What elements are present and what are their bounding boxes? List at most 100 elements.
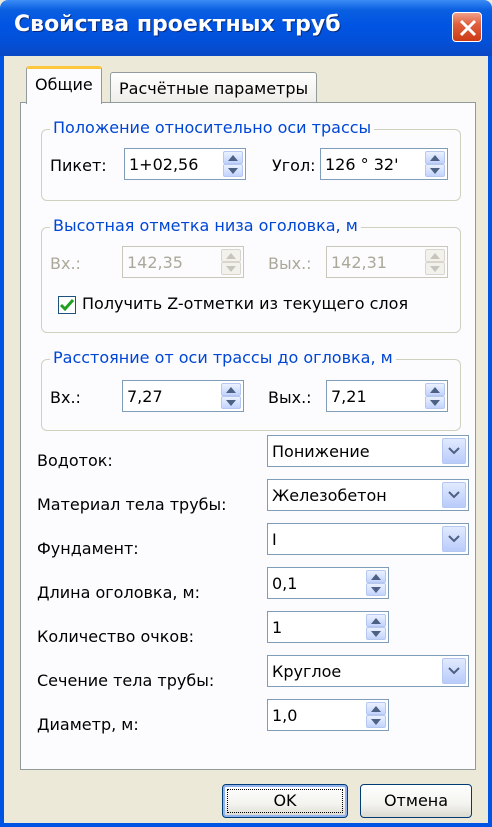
angle-spin-up[interactable]	[425, 151, 445, 164]
diameter-field[interactable]: 1,0	[267, 699, 389, 731]
dialog-window: Свойства проектных труб Общие Расчётные …	[0, 0, 492, 827]
arrow-down-icon	[226, 266, 236, 272]
foundation-dropdown[interactable]: I	[267, 523, 469, 555]
close-button[interactable]	[452, 12, 482, 42]
foundation-value: I	[272, 530, 277, 549]
distance-group-legend: Расстояние от оси трассы до огловка, м	[50, 348, 396, 367]
arrow-down-icon	[371, 631, 381, 637]
arrow-up-icon	[226, 253, 236, 259]
head-length-field[interactable]: 0,1	[267, 567, 389, 599]
close-icon	[459, 19, 477, 37]
position-group: Положение относительно оси трассы Пикет:…	[41, 118, 461, 201]
window-frame-left	[0, 56, 4, 827]
arrow-up-icon	[371, 706, 381, 712]
distance-in-spin-up[interactable]	[221, 383, 241, 396]
position-group-legend: Положение относительно оси трассы	[50, 118, 375, 137]
picket-field[interactable]: 1+02,56	[124, 148, 246, 180]
elevation-out-spinner	[425, 249, 445, 275]
section-dropdown-button[interactable]	[442, 658, 466, 684]
foundation-label: Фундамент:	[37, 539, 139, 558]
elevation-group: Высотная отметка низа оголовка, м Вх.: 1…	[41, 216, 461, 333]
picket-spin-up[interactable]	[223, 151, 243, 164]
openings-label: Количество очков:	[37, 627, 195, 646]
openings-spin-up[interactable]	[366, 614, 386, 627]
angle-spinner[interactable]	[425, 151, 445, 177]
tab-general[interactable]: Общие	[26, 66, 102, 104]
get-z-checkbox[interactable]	[58, 296, 76, 314]
elevation-in-spin-down	[221, 262, 241, 275]
chevron-down-icon	[448, 535, 460, 543]
distance-out-field[interactable]: 7,21	[326, 380, 448, 412]
picket-spinner[interactable]	[223, 151, 243, 177]
arrow-down-icon	[430, 266, 440, 272]
openings-field[interactable]: 1	[267, 611, 389, 643]
tab-general-label: Общие	[35, 75, 93, 94]
chevron-down-icon	[448, 667, 460, 675]
tab-panel-general: Положение относительно оси трассы Пикет:…	[20, 102, 476, 770]
title-bar[interactable]: Свойства проектных труб	[0, 0, 492, 56]
distance-out-value: 7,21	[331, 387, 367, 406]
openings-spinner[interactable]	[366, 614, 386, 640]
ok-button[interactable]: OK	[222, 784, 348, 818]
head-length-spin-down[interactable]	[366, 583, 386, 596]
head-length-spin-up[interactable]	[366, 570, 386, 583]
material-label: Материал тела трубы:	[37, 495, 227, 514]
arrow-up-icon	[228, 155, 238, 161]
distance-in-label: Вх.:	[50, 388, 81, 407]
watercourse-value: Понижение	[272, 442, 370, 461]
openings-value: 1	[272, 618, 283, 637]
elevation-in-label: Вх.:	[50, 254, 81, 273]
elevation-out-spin-up	[425, 249, 445, 262]
watercourse-dropdown[interactable]: Понижение	[267, 435, 469, 467]
material-value: Железобетон	[272, 486, 387, 505]
distance-in-spinner[interactable]	[221, 383, 241, 409]
distance-in-value: 7,27	[127, 387, 163, 406]
picket-spin-down[interactable]	[223, 164, 243, 177]
distance-group: Расстояние от оси трассы до огловка, м В…	[41, 348, 461, 431]
diameter-spin-up[interactable]	[366, 702, 386, 715]
material-dropdown[interactable]: Железобетон	[267, 479, 469, 511]
head-length-label: Длина оголовка, м:	[37, 583, 201, 602]
distance-in-spin-down[interactable]	[221, 396, 241, 409]
diameter-spinner[interactable]	[366, 702, 386, 728]
arrow-down-icon	[430, 400, 440, 406]
watercourse-dropdown-button[interactable]	[442, 438, 466, 464]
angle-spin-down[interactable]	[425, 164, 445, 177]
diameter-spin-down[interactable]	[366, 715, 386, 728]
angle-field[interactable]: 126 ° 32'	[320, 148, 448, 180]
elevation-out-value: 142,31	[331, 253, 387, 272]
arrow-up-icon	[430, 155, 440, 161]
window-frame-bottom	[0, 823, 492, 827]
elevation-out-label: Вых.:	[268, 254, 312, 273]
openings-spin-down[interactable]	[366, 627, 386, 640]
arrow-up-icon	[226, 387, 236, 393]
material-dropdown-button[interactable]	[442, 482, 466, 508]
checkmark-icon	[59, 299, 75, 312]
section-dropdown[interactable]: Круглое	[267, 655, 469, 687]
tab-calc-params-label: Расчётные параметры	[119, 79, 309, 98]
arrow-up-icon	[371, 574, 381, 580]
watercourse-label: Водоток:	[37, 451, 113, 470]
distance-out-spin-up[interactable]	[425, 383, 445, 396]
distance-out-spinner[interactable]	[425, 383, 445, 409]
focus-ring	[227, 789, 343, 813]
elevation-out-field: 142,31	[326, 246, 448, 278]
elevation-in-spinner	[221, 249, 241, 275]
elevation-out-spin-down	[425, 262, 445, 275]
tab-calc-params[interactable]: Расчётные параметры	[110, 72, 318, 106]
section-label: Сечение тела трубы:	[37, 671, 215, 690]
arrow-down-icon	[371, 719, 381, 725]
cancel-button-label: Отмена	[383, 791, 449, 810]
cancel-button[interactable]: Отмена	[360, 784, 472, 818]
diameter-value: 1,0	[272, 706, 298, 725]
arrow-up-icon	[371, 618, 381, 624]
head-length-spinner[interactable]	[366, 570, 386, 596]
distance-out-label: Вых.:	[268, 388, 312, 407]
distance-in-field[interactable]: 7,27	[122, 380, 244, 412]
diameter-label: Диаметр, м:	[37, 715, 139, 734]
distance-out-spin-down[interactable]	[425, 396, 445, 409]
elevation-in-value: 142,35	[127, 253, 183, 272]
get-z-checkbox-label[interactable]: Получить Z-отметки из текущего слоя	[82, 294, 408, 313]
foundation-dropdown-button[interactable]	[442, 526, 466, 552]
elevation-group-legend: Высотная отметка низа оголовка, м	[50, 216, 361, 235]
